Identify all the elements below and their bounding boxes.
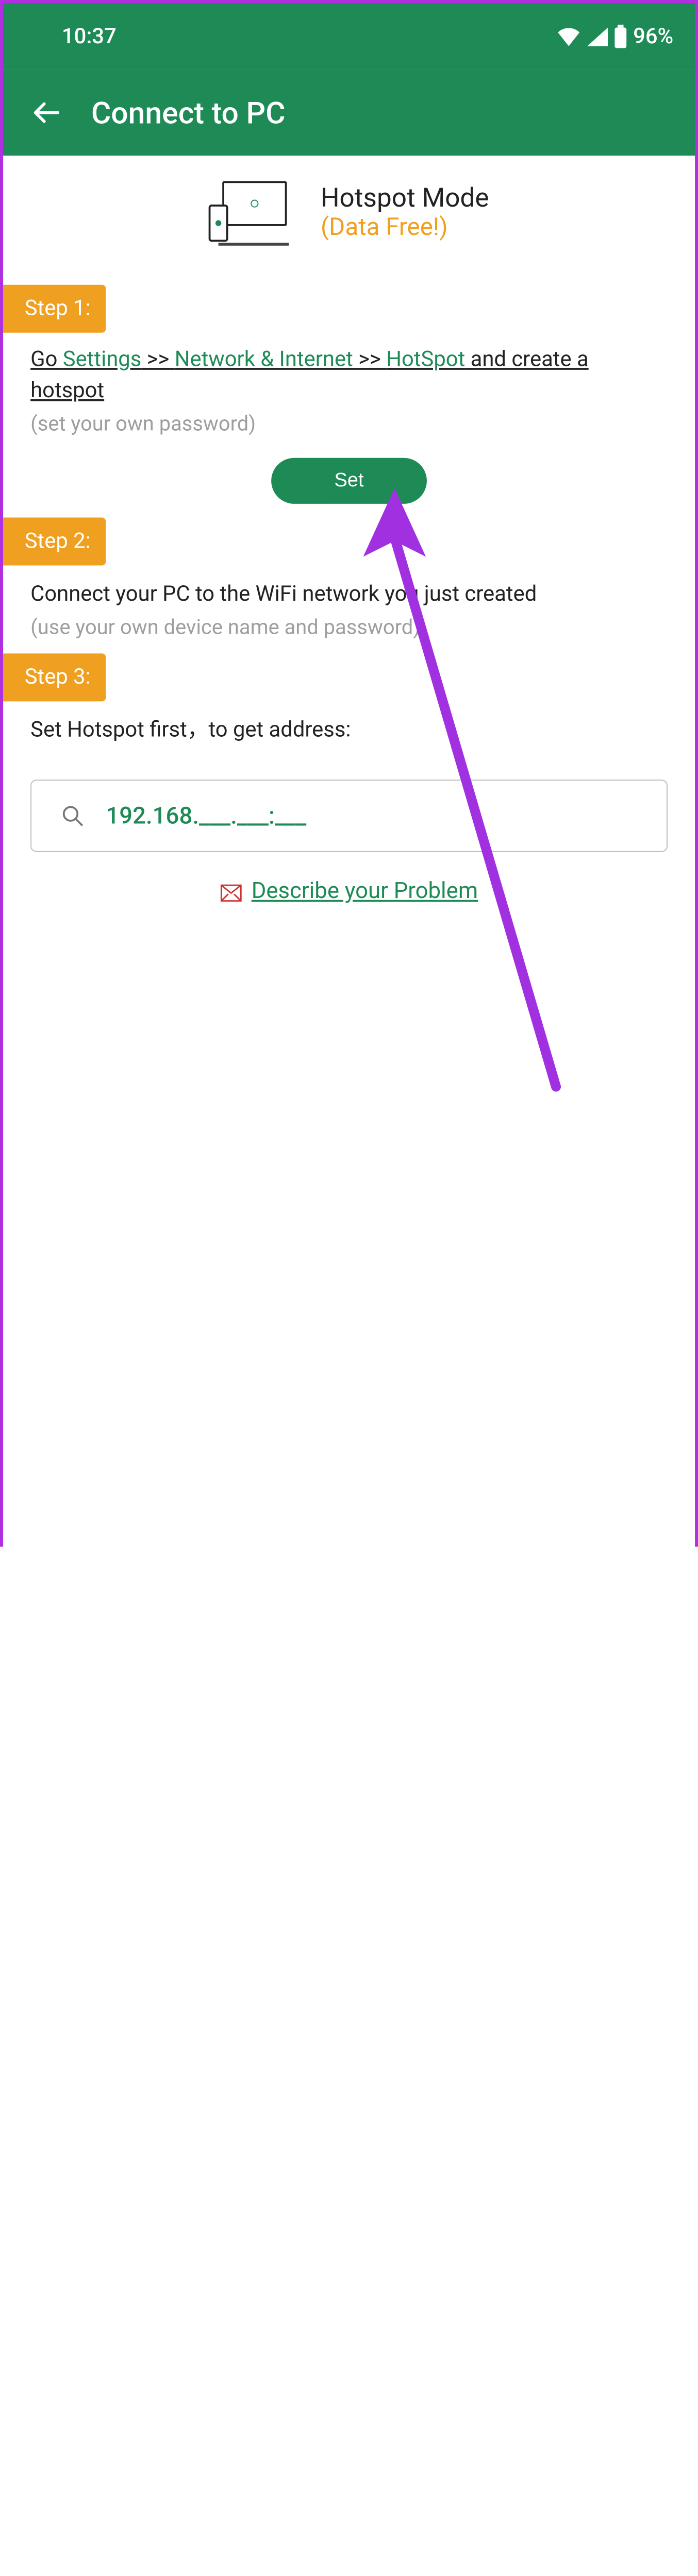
step1-text[interactable]: Go Settings >> Network & Internet >> Hot…: [3, 341, 695, 407]
feedback-label: Describe your Problem: [252, 877, 478, 903]
battery-percent: 96%: [633, 24, 673, 48]
mail-icon: [220, 882, 242, 899]
settings-link[interactable]: Settings: [63, 347, 142, 371]
mode-subtitle: (Data Free!): [321, 213, 489, 241]
step1-text-p2: >>: [141, 347, 174, 371]
step1-hint: (set your own password): [3, 407, 695, 436]
mode-header: Hotspot Mode (Data Free!): [3, 156, 695, 271]
mode-title: Hotspot Mode: [321, 181, 489, 213]
step3-badge: Step 3:: [3, 653, 106, 701]
app-bar: Connect to PC: [3, 70, 695, 156]
device-illustration: [209, 181, 288, 242]
signal-icon: [586, 27, 608, 46]
step3-text: Set Hotspot first，to get address:: [3, 709, 695, 746]
address-box[interactable]: 192.168.___.___:___: [30, 779, 668, 851]
wifi-icon: [557, 27, 580, 46]
address-text: 192.168.___.___:___: [106, 802, 306, 829]
step2-hint: (use your own device name and password): [3, 610, 695, 639]
arrow-left-icon: [31, 98, 61, 127]
step2-text: Connect your PC to the WiFi network you …: [3, 573, 695, 610]
step2-badge: Step 2:: [3, 517, 106, 565]
network-link[interactable]: Network & Internet: [175, 347, 353, 371]
status-right: 96%: [557, 24, 673, 48]
step1-badge: Step 1:: [3, 285, 106, 333]
page-title: Connect to PC: [91, 94, 286, 130]
step1-text-p1: Go: [30, 347, 63, 371]
search-icon: [61, 804, 85, 827]
battery-icon: [613, 25, 627, 48]
step1-section: Step 1: Go Settings >> Network & Interne…: [3, 285, 695, 504]
describe-problem-link[interactable]: Describe your Problem: [220, 877, 478, 903]
status-time: 10:37: [62, 24, 117, 48]
hotspot-link[interactable]: HotSpot: [386, 347, 465, 371]
step3-section: Step 3: Set Hotspot first，to get address…: [3, 653, 695, 852]
content: Hotspot Mode (Data Free!) Step 1: Go Set…: [3, 156, 695, 2576]
feedback-row: Describe your Problem: [3, 852, 695, 906]
set-button[interactable]: Set: [272, 457, 426, 503]
step1-text-p3: >>: [353, 347, 386, 371]
back-button[interactable]: [28, 95, 63, 130]
status-bar: 10:37 96%: [3, 3, 695, 70]
step2-section: Step 2: Connect your PC to the WiFi netw…: [3, 517, 695, 639]
